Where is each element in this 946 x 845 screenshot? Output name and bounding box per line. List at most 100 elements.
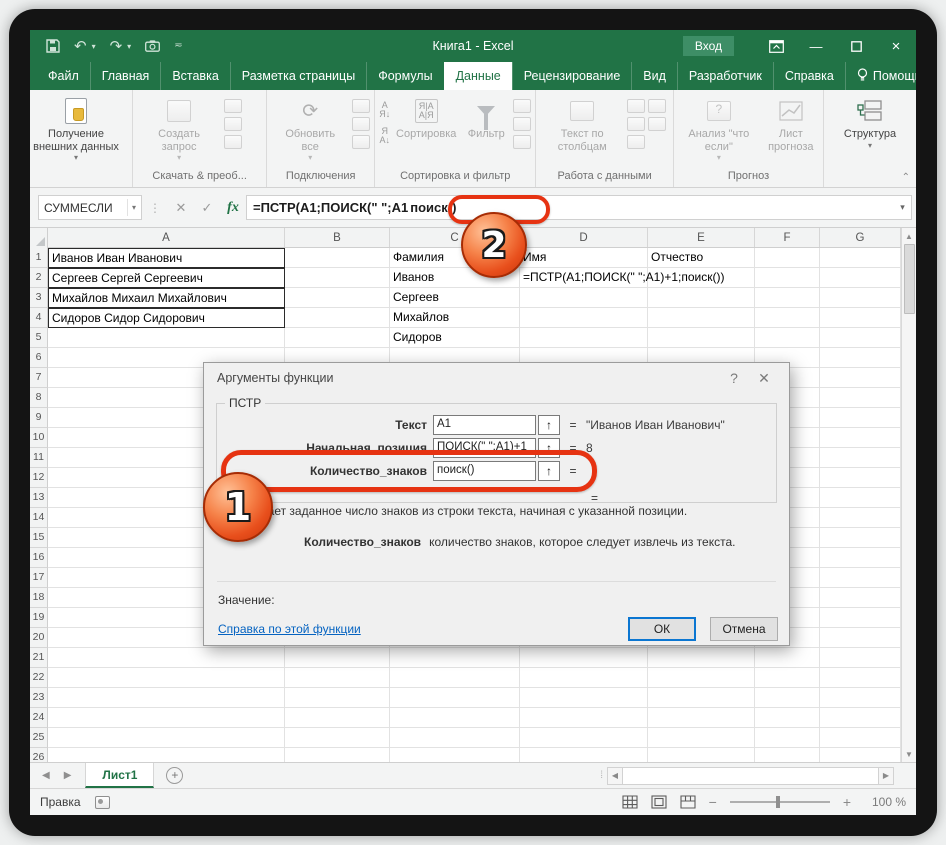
group-label-sort-filter[interactable]: Сортировка и фильтр: [379, 170, 531, 187]
cell-A1[interactable]: Иванов Иван Иванович: [48, 248, 285, 268]
cell-A2[interactable]: Сергеев Сергей Сергеевич: [48, 268, 285, 288]
cancel-icon[interactable]: ✕: [168, 200, 194, 216]
dialog-help-icon[interactable]: ?: [719, 370, 749, 386]
add-sheet-icon[interactable]: +: [166, 767, 183, 784]
maximize-icon[interactable]: [836, 30, 876, 62]
row-header-19[interactable]: 19: [30, 608, 48, 628]
zoom-slider[interactable]: [730, 801, 830, 803]
cell-B1[interactable]: [285, 248, 390, 268]
cell-E26[interactable]: [648, 748, 755, 762]
sort-descending-icon[interactable]: ЯА↓: [379, 127, 390, 145]
group-label-connections[interactable]: Подключения: [271, 170, 370, 187]
tell-me-tab[interactable]: Помощн: [845, 62, 916, 90]
cell-C5[interactable]: Сидоров: [390, 328, 520, 348]
row-header-10[interactable]: 10: [30, 428, 48, 448]
cell-A23[interactable]: [48, 688, 285, 708]
cell-C4[interactable]: Михайлов: [390, 308, 520, 328]
undo-icon[interactable]: ↶: [74, 39, 87, 54]
close-icon[interactable]: ×: [876, 30, 916, 62]
zoom-level[interactable]: 100 %: [864, 795, 906, 809]
cell-G16[interactable]: [820, 548, 901, 568]
row-header-12[interactable]: 12: [30, 468, 48, 488]
connections-icon[interactable]: [352, 99, 370, 113]
scroll-down-icon[interactable]: ▼: [902, 746, 916, 762]
cell-A22[interactable]: [48, 668, 285, 688]
minimize-icon[interactable]: —: [796, 30, 836, 62]
redo-icon[interactable]: ↷: [110, 39, 123, 54]
cell-G12[interactable]: [820, 468, 901, 488]
cell-B2[interactable]: [285, 268, 390, 288]
cell-D22[interactable]: [520, 668, 648, 688]
cell-G8[interactable]: [820, 388, 901, 408]
enter-icon[interactable]: ✓: [194, 200, 220, 216]
row-header-24[interactable]: 24: [30, 708, 48, 728]
tab-developer[interactable]: Разработчик: [677, 62, 773, 90]
cell-G2[interactable]: [820, 268, 901, 288]
sheet-tab-list1[interactable]: Лист1: [85, 763, 154, 788]
cell-E23[interactable]: [648, 688, 755, 708]
cell-F2[interactable]: [755, 268, 820, 288]
column-header-A[interactable]: A: [48, 228, 285, 247]
cell-G15[interactable]: [820, 528, 901, 548]
cell-B23[interactable]: [285, 688, 390, 708]
horizontal-scroll-thumb[interactable]: [623, 767, 878, 785]
undo-dropdown-icon[interactable]: ▾: [92, 42, 96, 51]
row-header-18[interactable]: 18: [30, 588, 48, 608]
qat-customize-icon[interactable]: ≂: [174, 41, 182, 51]
cell-G25[interactable]: [820, 728, 901, 748]
tab-insert[interactable]: Вставка: [160, 62, 229, 90]
cell-A4[interactable]: Сидоров Сидор Сидорович: [48, 308, 285, 328]
group-label-transform[interactable]: Скачать & преоб...: [137, 170, 262, 187]
collapse-dialog-icon-1[interactable]: ↑: [538, 415, 560, 435]
get-external-data-button[interactable]: Получение внешних данных ▾: [34, 93, 118, 162]
ribbon-display-options-icon[interactable]: [756, 30, 796, 62]
insert-function-icon[interactable]: fx: [220, 200, 246, 216]
row-header-7[interactable]: 7: [30, 368, 48, 388]
scroll-left-icon[interactable]: ◀: [607, 767, 623, 785]
data-validation-icon[interactable]: [627, 135, 645, 149]
outline-button[interactable]: Структура ▾: [828, 93, 912, 150]
cell-B22[interactable]: [285, 668, 390, 688]
row-header-3[interactable]: 3: [30, 288, 48, 308]
cell-F23[interactable]: [755, 688, 820, 708]
cell-D25[interactable]: [520, 728, 648, 748]
row-header-16[interactable]: 16: [30, 548, 48, 568]
cell-G18[interactable]: [820, 588, 901, 608]
dialog-close-icon[interactable]: ✕: [749, 370, 779, 387]
cell-D23[interactable]: [520, 688, 648, 708]
cell-G23[interactable]: [820, 688, 901, 708]
zoom-slider-thumb[interactable]: [776, 796, 780, 808]
cell-G20[interactable]: [820, 628, 901, 648]
save-icon[interactable]: [46, 39, 60, 53]
cell-E21[interactable]: [648, 648, 755, 668]
row-header-11[interactable]: 11: [30, 448, 48, 468]
row-header-14[interactable]: 14: [30, 508, 48, 528]
flash-fill-icon[interactable]: [627, 99, 645, 113]
row-header-15[interactable]: 15: [30, 528, 48, 548]
cell-G17[interactable]: [820, 568, 901, 588]
cell-A21[interactable]: [48, 648, 285, 668]
cell-F5[interactable]: [755, 328, 820, 348]
cell-B5[interactable]: [285, 328, 390, 348]
function-help-link[interactable]: Справка по этой функции: [218, 622, 361, 636]
clear-filter-icon[interactable]: [513, 99, 531, 113]
column-header-D[interactable]: D: [520, 228, 648, 247]
group-label-data-tools[interactable]: Работа с данными: [540, 170, 669, 187]
tab-data[interactable]: Данные: [444, 62, 512, 90]
group-label-forecast[interactable]: Прогноз: [678, 170, 819, 187]
select-all-corner[interactable]: [30, 228, 48, 248]
cell-F21[interactable]: [755, 648, 820, 668]
scroll-right-icon[interactable]: ▶: [878, 767, 894, 785]
cell-C21[interactable]: [390, 648, 520, 668]
cell-G4[interactable]: [820, 308, 901, 328]
row-header-8[interactable]: 8: [30, 388, 48, 408]
cell-G11[interactable]: [820, 448, 901, 468]
show-queries-icon[interactable]: [224, 99, 242, 113]
row-header-2[interactable]: 2: [30, 268, 48, 288]
filter-button[interactable]: Фильтр: [462, 93, 510, 141]
cell-D3[interactable]: [520, 288, 648, 308]
cell-E25[interactable]: [648, 728, 755, 748]
cell-C3[interactable]: Сергеев: [390, 288, 520, 308]
name-box-dropdown-icon[interactable]: ▾: [127, 199, 136, 216]
row-header-4[interactable]: 4: [30, 308, 48, 328]
